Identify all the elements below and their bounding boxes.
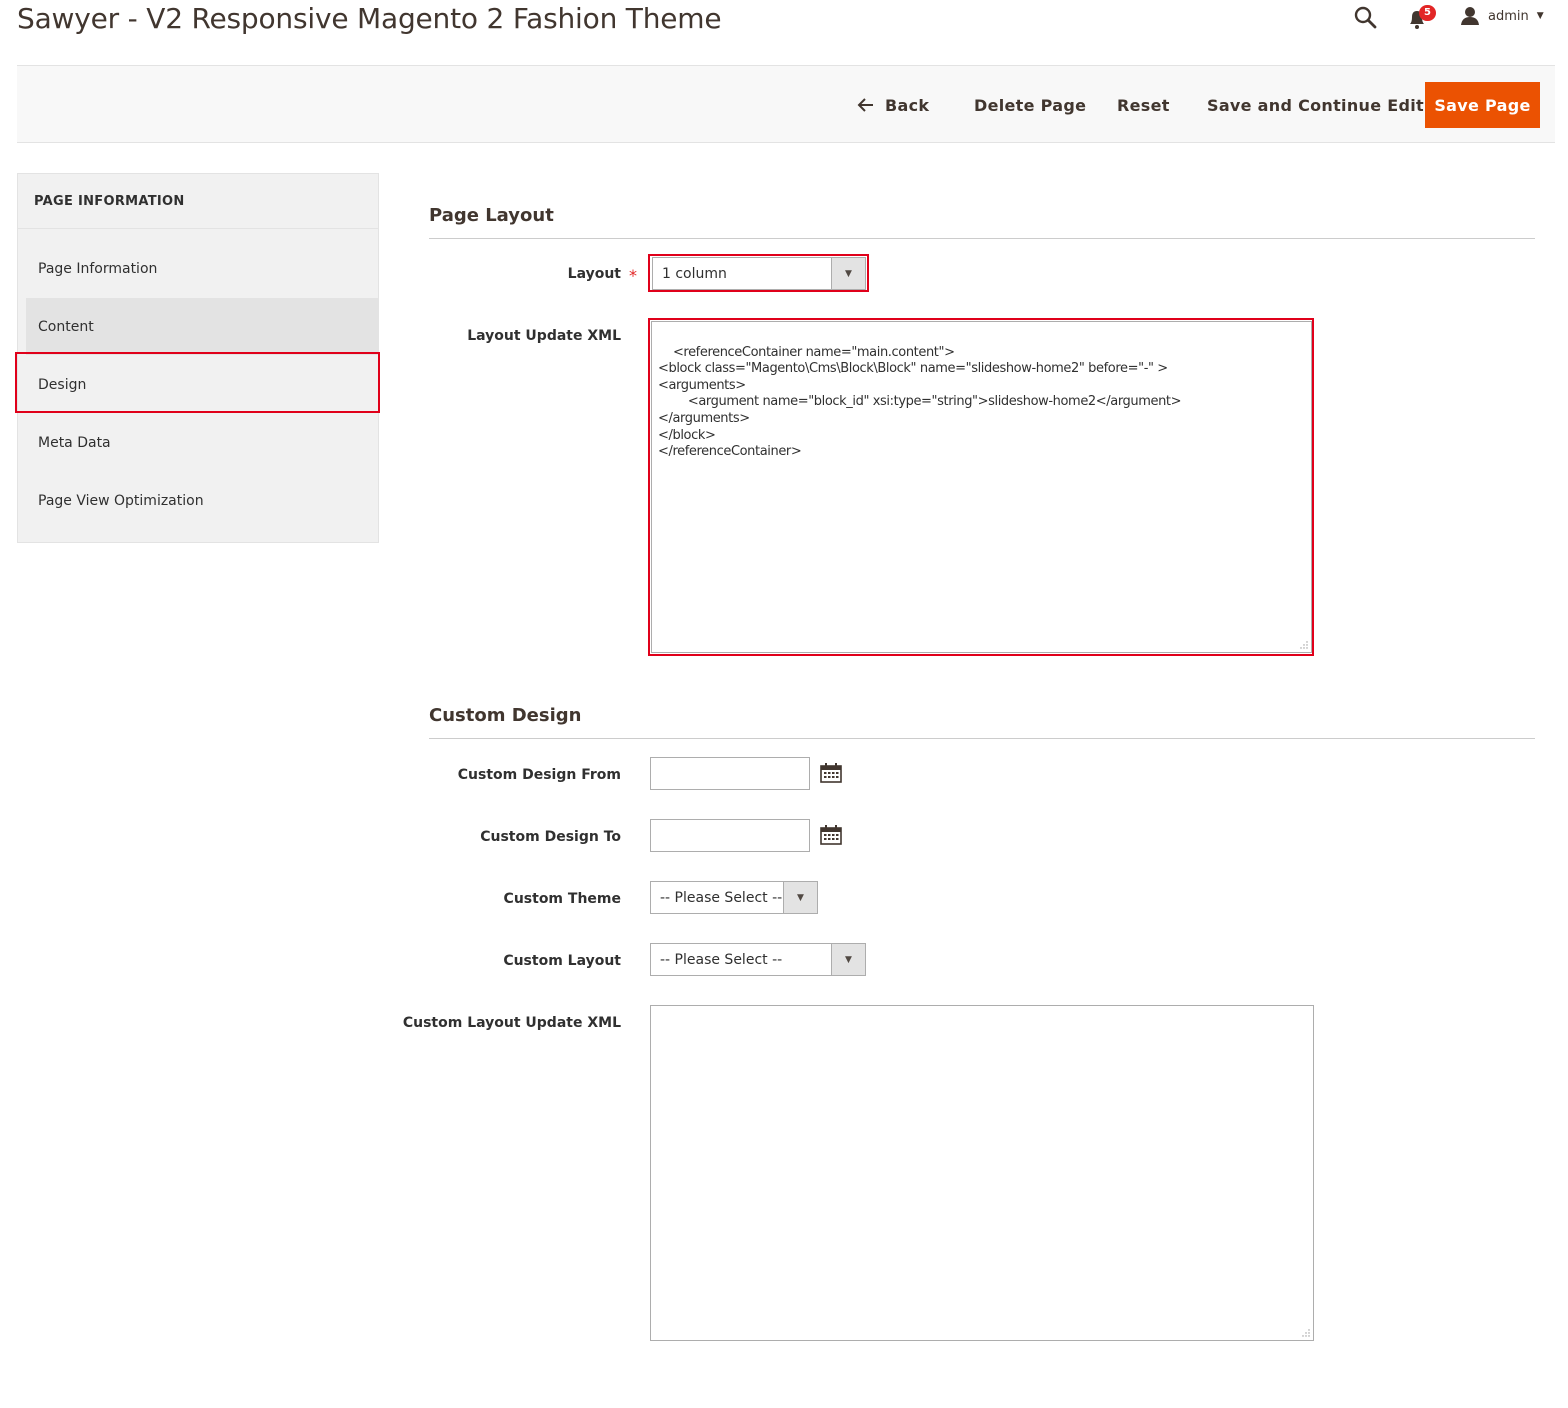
layout-select[interactable]: 1 column ▼: [652, 257, 866, 290]
chevron-down-icon: ▼: [783, 882, 817, 913]
back-label: Back: [885, 95, 930, 115]
layout-update-xml-textarea[interactable]: <referenceContainer name="main.content">…: [651, 321, 1312, 653]
user-name: admin: [1488, 8, 1529, 24]
custom-layout-select-value: -- Please Select --: [660, 951, 783, 968]
custom-layout-select[interactable]: -- Please Select -- ▼: [650, 943, 866, 976]
custom-design-from-label: Custom Design From: [457, 767, 621, 783]
custom-design-to-label: Custom Design To: [480, 829, 621, 845]
user-icon: [1461, 7, 1479, 25]
sidebar-item-page-view-optimization[interactable]: Page View Optimization: [26, 472, 378, 529]
custom-design-from-input[interactable]: [650, 757, 810, 790]
layout-select-value: 1 column: [662, 265, 727, 282]
layout-update-xml-label: Layout Update XML: [467, 328, 621, 344]
delete-page-button[interactable]: Delete Page: [974, 82, 1086, 128]
custom-theme-label: Custom Theme: [503, 891, 621, 907]
resize-grip-icon[interactable]: [1300, 641, 1308, 649]
arrow-left-icon: [857, 98, 873, 112]
cms-page-edit: Sawyer - V2 Responsive Magento 2 Fashion…: [0, 0, 1568, 1408]
custom-layout-update-xml-label: Custom Layout Update XML: [402, 1015, 621, 1031]
chevron-down-icon: ▼: [831, 944, 865, 975]
reset-button[interactable]: Reset: [1117, 82, 1170, 128]
custom-theme-select[interactable]: -- Please Select -- ▼: [650, 881, 818, 914]
sidebar-item-meta-data[interactable]: Meta Data: [26, 414, 378, 471]
sidebar-item-design[interactable]: Design: [26, 356, 378, 413]
section-divider: [429, 238, 1535, 239]
calendar-icon[interactable]: [820, 763, 842, 783]
back-button[interactable]: Back: [857, 82, 929, 128]
search-icon[interactable]: [1353, 5, 1377, 29]
chevron-down-icon: ▼: [831, 258, 865, 289]
user-menu[interactable]: admin ▼: [1460, 5, 1544, 27]
resize-grip-icon[interactable]: [1302, 1329, 1310, 1337]
custom-design-title: Custom Design: [429, 705, 582, 726]
calendar-icon[interactable]: [820, 825, 842, 845]
page-information-sidebar: PAGE INFORMATION Page Information Conten…: [17, 173, 379, 543]
layout-label: Layout: [567, 266, 621, 282]
custom-theme-select-value: -- Please Select --: [660, 889, 783, 906]
page-layout-title: Page Layout: [429, 205, 554, 226]
save-page-button[interactable]: Save Page: [1425, 82, 1540, 128]
section-divider: [429, 738, 1535, 739]
chevron-down-icon: ▼: [1536, 11, 1544, 21]
layout-update-xml-value: <referenceContainer name="main.content">…: [658, 344, 1182, 460]
custom-layout-update-xml-textarea[interactable]: [650, 1005, 1314, 1341]
sidebar-item-content[interactable]: Content: [26, 298, 378, 355]
page-actions-bar: Back Delete Page Reset Save and Continue…: [17, 65, 1555, 143]
save-and-continue-button[interactable]: Save and Continue Edit: [1207, 82, 1424, 128]
required-asterisk: *: [629, 266, 637, 285]
sidebar-item-page-information[interactable]: Page Information: [26, 240, 378, 297]
sidebar-title: PAGE INFORMATION: [18, 174, 378, 229]
custom-design-to-input[interactable]: [650, 819, 810, 852]
custom-layout-label: Custom Layout: [503, 953, 621, 969]
notifications-badge[interactable]: 5: [1419, 5, 1436, 21]
page-title: Sawyer - V2 Responsive Magento 2 Fashion…: [17, 2, 722, 35]
